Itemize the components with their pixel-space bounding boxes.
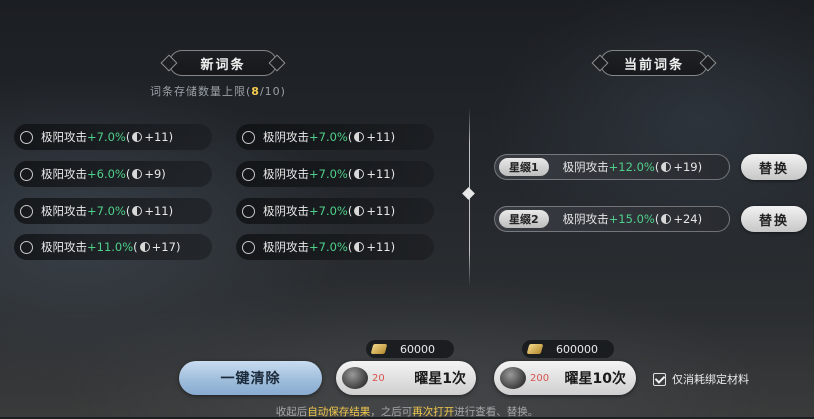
affix-option-2[interactable]: 极阴攻击 +7.0%(+11) <box>236 124 434 150</box>
yin-yang-icon <box>661 162 672 172</box>
current-affix-2: 星缀2 极阴攻击 +15.0%(+24) <box>494 206 730 232</box>
replace-button-1[interactable]: 替换 <box>741 154 807 180</box>
ore-count: 200 <box>530 372 550 384</box>
yin-yang-icon <box>132 169 143 179</box>
yin-yang-icon <box>139 242 150 252</box>
replace-button-2[interactable]: 替换 <box>741 206 807 232</box>
clear-all-button[interactable]: 一键清除 <box>179 361 322 395</box>
affix-option-8[interactable]: 极阴攻击 +7.0%(+11) <box>236 234 434 260</box>
new-affix-title-text: 新词条 <box>200 57 246 73</box>
current-affix-title-text: 当前词条 <box>623 57 684 73</box>
radio-icon[interactable] <box>20 130 33 144</box>
yin-yang-icon <box>354 206 365 216</box>
yin-yang-icon <box>354 169 365 179</box>
affix-option-5[interactable]: 极阳攻击 +7.0%(+11) <box>14 198 212 224</box>
star-ten-button[interactable]: 200 曜星10次 <box>494 361 636 395</box>
star-once-button[interactable]: 20 曜星1次 <box>336 361 476 395</box>
ore-icon <box>500 367 526 389</box>
current-affix-1: 星缀1 极阴攻击 +12.0%(+19) <box>494 154 730 180</box>
star-once-label: 曜星1次 <box>414 371 466 387</box>
currency-icon <box>370 344 388 354</box>
yin-yang-icon <box>354 242 365 252</box>
radio-icon[interactable] <box>20 240 33 254</box>
radio-icon[interactable] <box>242 204 255 218</box>
capacity-current: 8 <box>251 85 260 98</box>
cost-once: 60000 <box>366 340 454 358</box>
affix-option-1[interactable]: 极阳攻击 +7.0%(+11) <box>14 124 212 150</box>
bound-only-toggle[interactable]: 仅消耗绑定材料 <box>653 371 749 387</box>
currency-icon <box>526 344 544 354</box>
bound-only-label: 仅消耗绑定材料 <box>672 373 749 386</box>
capacity-text: 词条存储数量上限(8/10) <box>150 85 286 98</box>
yin-yang-icon <box>132 132 143 142</box>
yin-yang-icon <box>354 132 365 142</box>
radio-icon[interactable] <box>20 204 33 218</box>
affix-option-4[interactable]: 极阴攻击 +7.0%(+11) <box>236 161 434 187</box>
current-affix-title: 当前词条 <box>600 50 708 76</box>
radio-icon[interactable] <box>242 130 255 144</box>
radio-icon[interactable] <box>20 167 33 181</box>
yin-yang-icon <box>132 206 143 216</box>
radio-icon[interactable] <box>242 167 255 181</box>
star-slot-tag: 星缀2 <box>499 210 549 228</box>
radio-icon[interactable] <box>242 240 255 254</box>
ore-icon <box>342 367 368 389</box>
yin-yang-icon <box>661 214 672 224</box>
affix-option-6[interactable]: 极阴攻击 +7.0%(+11) <box>236 198 434 224</box>
ore-count: 20 <box>372 372 385 384</box>
divider-diamond-icon <box>462 187 475 200</box>
star-slot-tag: 星缀1 <box>499 158 549 176</box>
affix-option-3[interactable]: 极阳攻击 +6.0%(+9) <box>14 161 212 187</box>
cost-ten: 600000 <box>522 340 614 358</box>
checkbox-checked-icon[interactable] <box>653 372 666 386</box>
star-ten-label: 曜星10次 <box>564 371 626 387</box>
affix-option-7[interactable]: 极阳攻击 +11.0%(+17) <box>14 234 212 260</box>
new-affix-title: 新词条 <box>169 50 277 76</box>
